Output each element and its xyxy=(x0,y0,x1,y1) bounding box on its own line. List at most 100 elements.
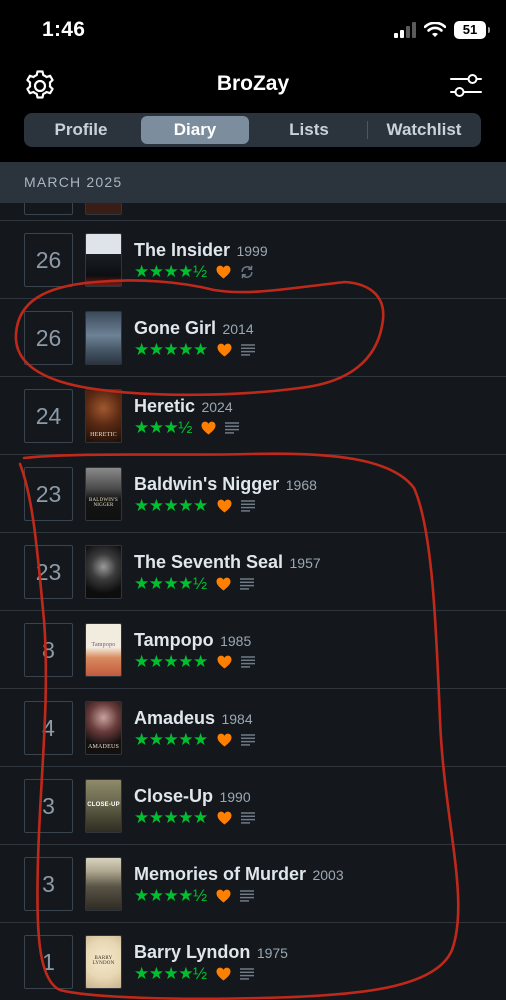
film-year: 1984 xyxy=(221,711,253,727)
heart-icon xyxy=(216,265,231,279)
poster[interactable] xyxy=(85,857,122,911)
star-rating: ★★★½ xyxy=(134,418,192,437)
day-box: 24 xyxy=(24,389,73,443)
film-heading[interactable]: Tampopo 1985 xyxy=(134,630,251,651)
film-heading[interactable]: Memories of Murder 2003 xyxy=(134,864,344,885)
battery-icon: 51 xyxy=(454,21,490,39)
star-rating: ★★★★★ xyxy=(134,340,208,359)
rating-line: ★★★★½ xyxy=(134,965,254,983)
poster[interactable]: Tampopo xyxy=(85,623,122,677)
star-rating: ★★★★½ xyxy=(134,886,207,905)
diary-entry[interactable]: 23 The Seventh Seal 1957 ★★★★½ xyxy=(0,533,506,611)
film-year: 1990 xyxy=(219,789,251,805)
film-title[interactable]: Gone Girl xyxy=(134,318,216,338)
day-box: 3 xyxy=(24,779,73,833)
star-rating: ★★★★½ xyxy=(134,574,207,593)
star-rating: ★★★★★ xyxy=(134,496,208,515)
diary-entry[interactable]: 26 The Insider 1999 ★★★★½ xyxy=(0,221,506,299)
review-icon xyxy=(240,500,255,512)
poster xyxy=(85,203,122,215)
rating-line: ★★★★½ xyxy=(134,263,254,281)
film-year: 2024 xyxy=(201,399,233,415)
film-heading[interactable]: Barry Lyndon 1975 xyxy=(134,942,288,963)
heart-icon xyxy=(216,889,231,903)
day-box: 1 xyxy=(24,935,73,989)
film-heading[interactable]: Close-Up 1990 xyxy=(134,786,251,807)
day-box: 3 xyxy=(24,857,73,911)
film-year: 1999 xyxy=(236,243,268,259)
app-header: BroZay Profile Diary Lists Watchlist xyxy=(0,60,506,162)
status-icons: 51 xyxy=(394,20,490,40)
film-heading[interactable]: The Seventh Seal 1957 xyxy=(134,552,321,573)
film-title[interactable]: Barry Lyndon xyxy=(134,942,250,962)
review-icon xyxy=(240,812,255,824)
poster-text: BALDWIN'S NIGGER xyxy=(88,498,119,508)
tab-divider xyxy=(367,121,368,139)
heart-icon xyxy=(217,811,232,825)
film-title[interactable]: Amadeus xyxy=(134,708,215,728)
film-heading[interactable]: The Insider 1999 xyxy=(134,240,268,261)
review-icon xyxy=(239,890,254,902)
poster[interactable] xyxy=(85,233,122,287)
review-icon xyxy=(239,968,254,980)
poster[interactable]: HERETIC xyxy=(85,389,122,443)
day-box: 26 xyxy=(24,311,73,365)
film-heading[interactable]: Baldwin's Nigger 1968 xyxy=(134,474,317,495)
rating-line: ★★★★★ xyxy=(134,497,255,515)
tab-lists[interactable]: Lists xyxy=(255,116,363,144)
film-title[interactable]: Tampopo xyxy=(134,630,214,650)
diary-entry[interactable]: 1 BARRY LYNDON Barry Lyndon 1975 ★★★★½ xyxy=(0,923,506,1000)
film-year: 1968 xyxy=(285,477,317,493)
list-item-partial xyxy=(0,203,506,221)
film-year: 1975 xyxy=(256,945,288,961)
rating-line: ★★★★★ xyxy=(134,731,255,749)
diary-entry[interactable]: 23 BALDWIN'S NIGGER Baldwin's Nigger 196… xyxy=(0,455,506,533)
poster[interactable] xyxy=(85,545,122,599)
star-rating: ★★★★½ xyxy=(134,262,207,281)
rating-line: ★★★★½ xyxy=(134,575,254,593)
rating-line: ★★★★★ xyxy=(134,653,255,671)
poster-text: AMADEUS xyxy=(87,744,120,750)
film-title[interactable]: Close-Up xyxy=(134,786,213,806)
tab-bar: Profile Diary Lists Watchlist xyxy=(24,113,481,147)
film-title[interactable]: The Insider xyxy=(134,240,230,260)
day-box xyxy=(24,203,73,215)
star-rating: ★★★★★ xyxy=(134,652,208,671)
tab-diary[interactable]: Diary xyxy=(141,116,249,144)
film-title[interactable]: Baldwin's Nigger xyxy=(134,474,279,494)
filter-button[interactable] xyxy=(448,70,484,102)
rating-line: ★★★★★ xyxy=(134,341,255,359)
heart-icon xyxy=(217,655,232,669)
day-box: 26 xyxy=(24,233,73,287)
star-rating: ★★★★★ xyxy=(134,730,208,749)
poster[interactable]: CLOSE-UP xyxy=(85,779,122,833)
heart-icon xyxy=(217,733,232,747)
status-bar: 1:46 51 xyxy=(0,0,506,60)
day-box: 23 xyxy=(24,467,73,521)
tab-watchlist[interactable]: Watchlist xyxy=(370,116,478,144)
heart-icon xyxy=(217,499,232,513)
diary-entry[interactable]: 26 Gone Girl 2014 ★★★★★ xyxy=(0,299,506,377)
diary-entry[interactable]: 8 Tampopo Tampopo 1985 ★★★★★ xyxy=(0,611,506,689)
tab-profile[interactable]: Profile xyxy=(27,116,135,144)
rating-line: ★★★½ xyxy=(134,419,239,437)
film-heading[interactable]: Heretic 2024 xyxy=(134,396,233,417)
poster[interactable]: BALDWIN'S NIGGER xyxy=(85,467,122,521)
diary-entry[interactable]: 3 Memories of Murder 2003 ★★★★½ xyxy=(0,845,506,923)
heart-icon xyxy=(216,577,231,591)
poster[interactable] xyxy=(85,311,122,365)
poster-text: BARRY LYNDON xyxy=(92,956,115,966)
poster[interactable]: AMADEUS xyxy=(85,701,122,755)
day-box: 23 xyxy=(24,545,73,599)
diary-entry[interactable]: 3 CLOSE-UP Close-Up 1990 ★★★★★ xyxy=(0,767,506,845)
diary-entry[interactable]: 24 HERETIC Heretic 2024 ★★★½ xyxy=(0,377,506,455)
film-title[interactable]: Memories of Murder xyxy=(134,864,306,884)
film-title[interactable]: Heretic xyxy=(134,396,195,416)
film-heading[interactable]: Gone Girl 2014 xyxy=(134,318,254,339)
film-title[interactable]: The Seventh Seal xyxy=(134,552,283,572)
diary-entry[interactable]: 4 AMADEUS Amadeus 1984 ★★★★★ xyxy=(0,689,506,767)
film-heading[interactable]: Amadeus 1984 xyxy=(134,708,253,729)
wifi-icon xyxy=(424,22,446,37)
poster[interactable]: BARRY LYNDON xyxy=(85,935,122,989)
status-time: 1:46 xyxy=(42,18,86,41)
